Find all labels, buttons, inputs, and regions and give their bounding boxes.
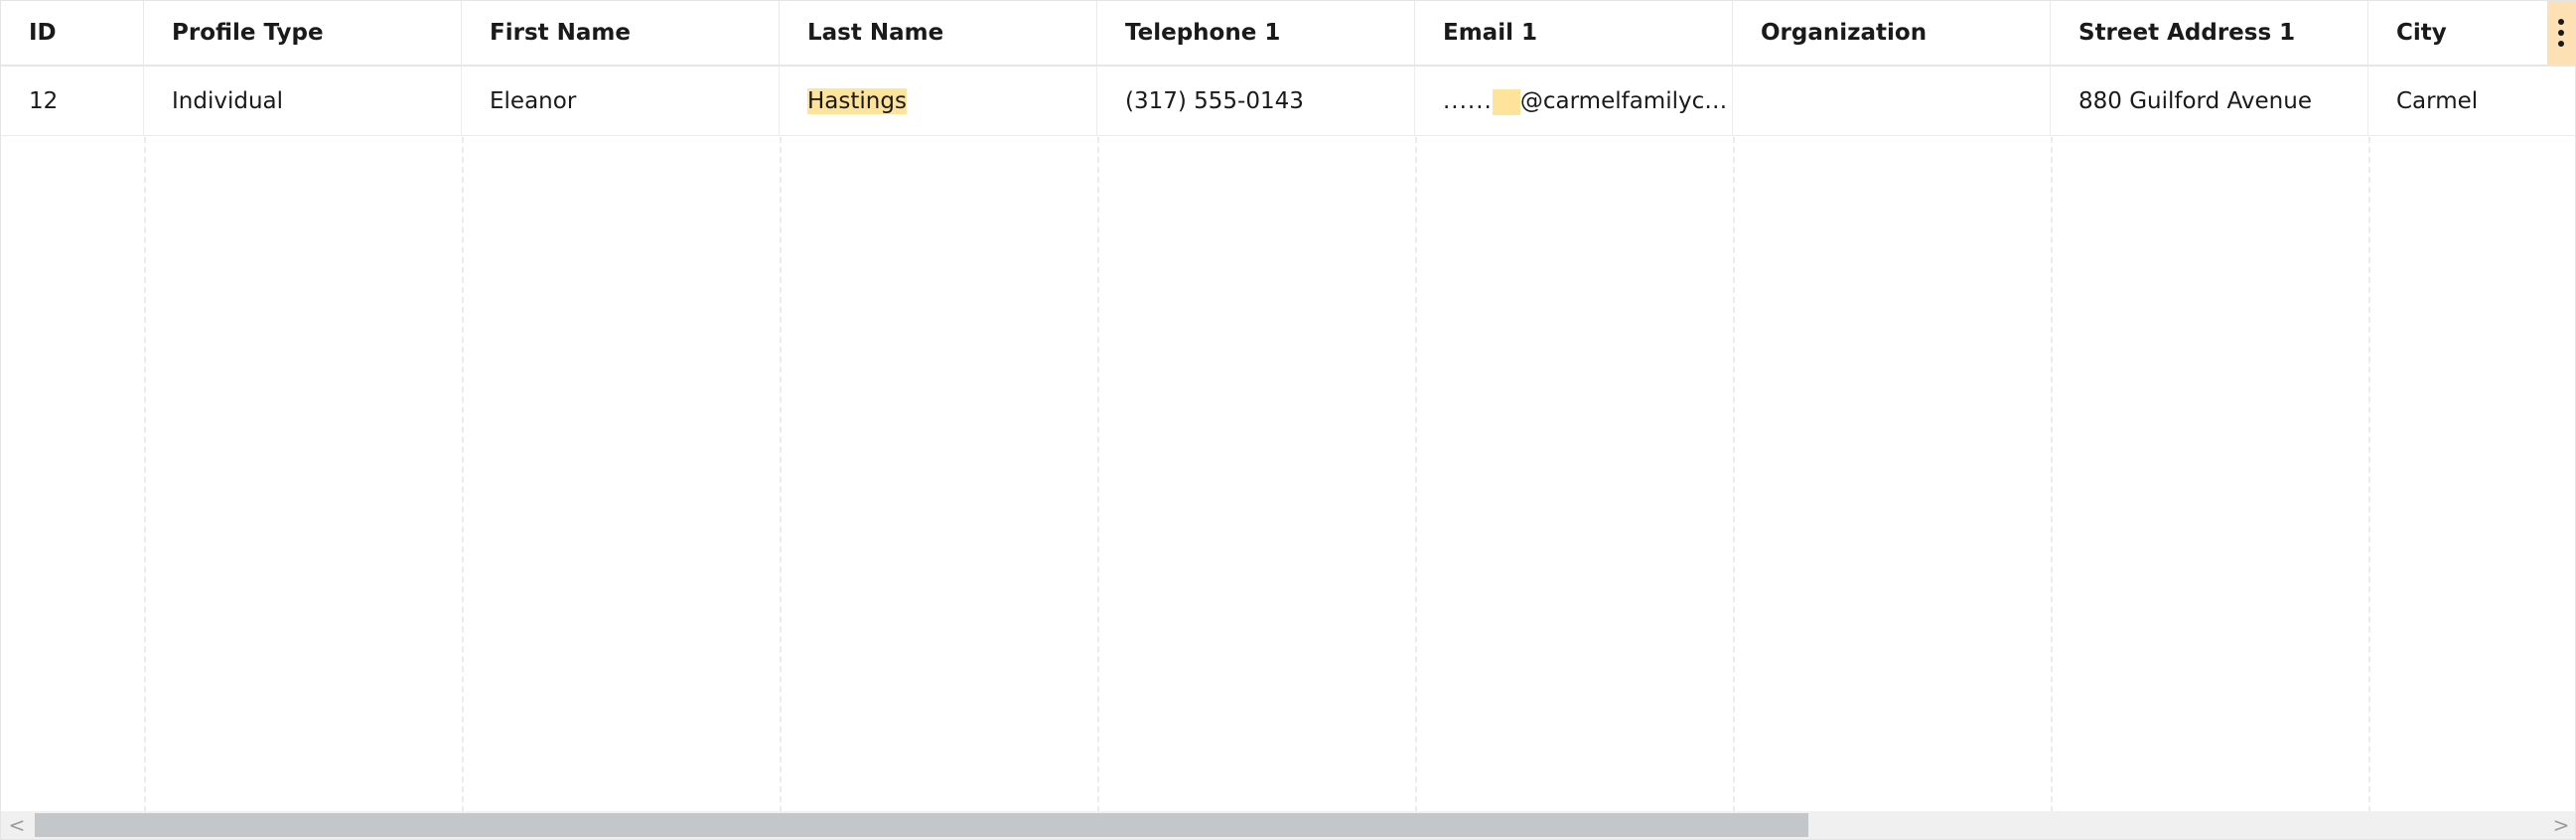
column-header-profile-type[interactable]: Profile Type: [144, 1, 462, 65]
column-header-first-name[interactable]: First Name: [462, 1, 780, 65]
grid-header-row: ID Profile Type First Name Last Name Tel…: [1, 1, 2575, 67]
column-header-email-1[interactable]: Email 1: [1415, 1, 1733, 65]
column-header-organization[interactable]: Organization: [1733, 1, 2051, 65]
cell-organization[interactable]: [1733, 67, 2051, 135]
column-header-last-name[interactable]: Last Name: [780, 1, 1097, 65]
menu-dot: [2558, 19, 2564, 25]
cell-street-address-1[interactable]: 880 Guilford Avenue: [2051, 67, 2368, 135]
vertical-ellipsis-icon[interactable]: [2547, 1, 2575, 65]
column-divider: [1733, 137, 1735, 812]
column-header-city[interactable]: City: [2368, 1, 2575, 65]
menu-dot: [2558, 41, 2564, 47]
search-highlight: Hastings: [807, 88, 907, 114]
column-header-id[interactable]: ID: [1, 1, 144, 65]
scroll-thumb[interactable]: [35, 813, 1808, 837]
email-rest: @carmelfamilycl...: [1519, 88, 1733, 114]
data-grid: ID Profile Type First Name Last Name Tel…: [0, 0, 2576, 840]
cell-last-name[interactable]: Hastings: [780, 67, 1097, 135]
column-divider: [780, 137, 782, 812]
cell-telephone-1[interactable]: (317) 555-0143: [1097, 67, 1415, 135]
chevron-left-icon[interactable]: <: [3, 811, 31, 839]
cell-first-name[interactable]: Eleanor: [462, 67, 780, 135]
column-divider: [1415, 137, 1417, 812]
column-header-telephone-1[interactable]: Telephone 1: [1097, 1, 1415, 65]
column-divider: [2368, 137, 2370, 812]
menu-dot: [2558, 30, 2564, 36]
column-divider: [144, 137, 146, 812]
column-divider: [2051, 137, 2053, 812]
search-highlight: [1492, 88, 1520, 115]
column-divider: [462, 137, 464, 812]
horizontal-scrollbar[interactable]: < >: [1, 811, 2575, 839]
email-prefix-masked: ......: [1443, 88, 1493, 114]
cell-email-1[interactable]: ...... @carmelfamilycl...: [1415, 67, 1733, 135]
cell-profile-type[interactable]: Individual: [144, 67, 462, 135]
chevron-right-icon[interactable]: >: [2547, 811, 2575, 839]
cell-id[interactable]: 12: [1, 67, 144, 135]
empty-grid-area: [1, 137, 2575, 812]
cell-city[interactable]: Carmel: [2368, 67, 2575, 135]
column-header-street-address-1[interactable]: Street Address 1: [2051, 1, 2368, 65]
table-row[interactable]: 12 Individual Eleanor Hastings (317) 555…: [1, 67, 2575, 136]
column-divider: [1097, 137, 1099, 812]
